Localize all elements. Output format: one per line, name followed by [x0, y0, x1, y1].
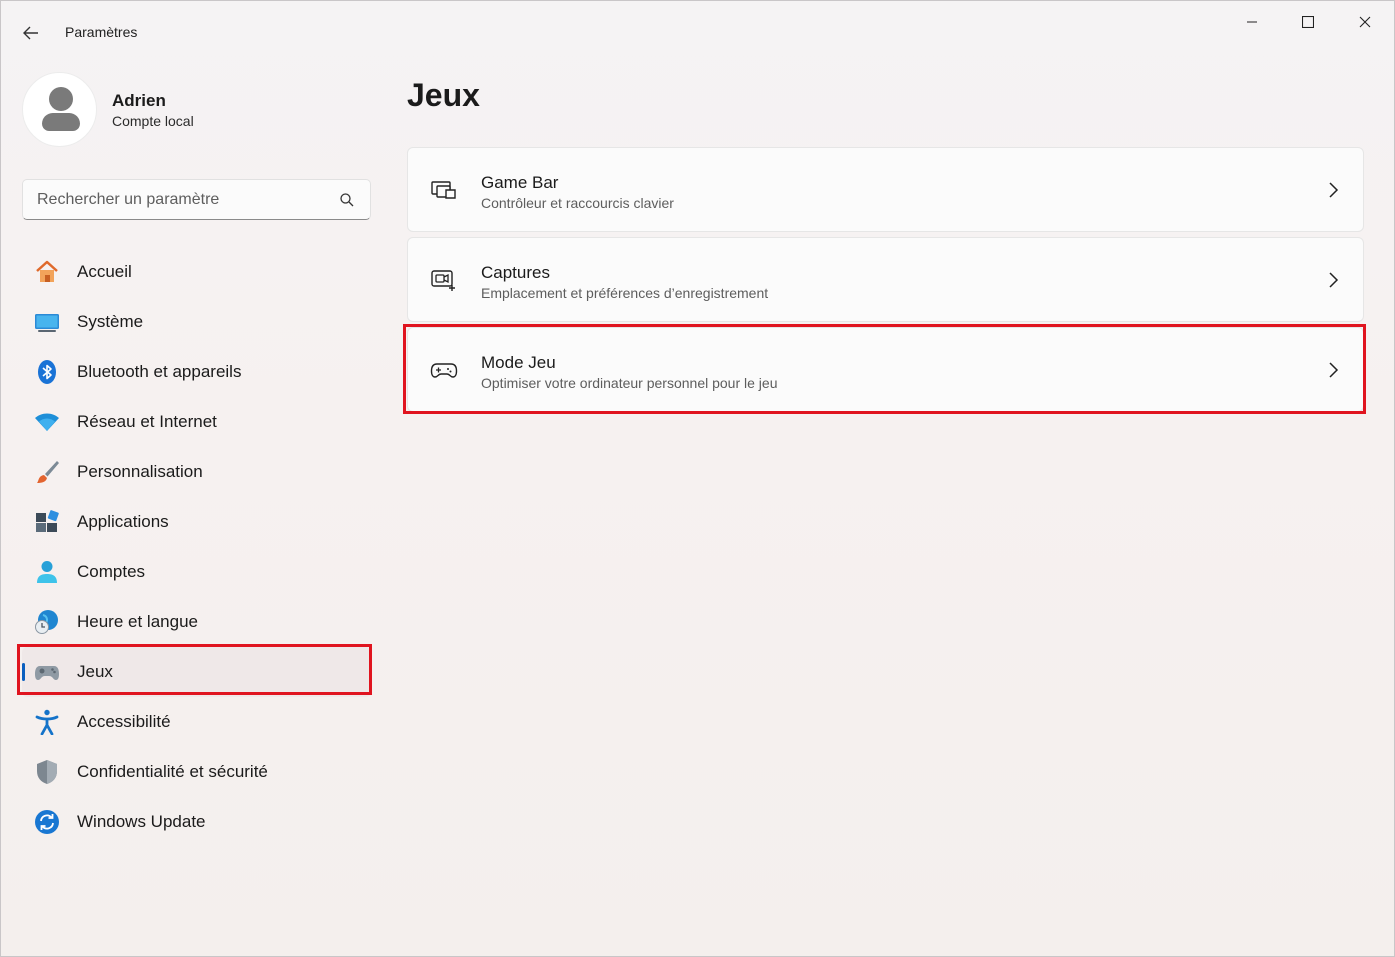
card-captures[interactable]: Captures Emplacement et préférences d’en…: [407, 237, 1364, 322]
globe-clock-icon: [34, 609, 60, 635]
game-bar-icon: [430, 177, 458, 203]
sidebar-item-label: Personnalisation: [77, 462, 203, 481]
sidebar-item-bluetooth[interactable]: Bluetooth et appareils: [22, 347, 371, 397]
avatar-body: [42, 113, 80, 131]
back-arrow-icon: [23, 26, 38, 40]
wifi-icon: [34, 409, 60, 435]
monitor-icon: [34, 309, 60, 335]
avatar[interactable]: [22, 72, 97, 147]
profile-account-type: Compte local: [112, 113, 194, 129]
app-title: Paramètres: [65, 24, 138, 40]
sidebar-item-accessibilite[interactable]: Accessibilité: [22, 697, 371, 747]
capture-icon: [430, 267, 458, 293]
sidebar-item-label: Applications: [77, 512, 169, 531]
sidebar-item-applications[interactable]: Applications: [22, 497, 371, 547]
card-title: Captures: [481, 263, 550, 282]
avatar-head: [49, 87, 73, 111]
sidebar-item-comptes[interactable]: Comptes: [22, 547, 371, 597]
sidebar-item-label: Jeux: [77, 662, 113, 681]
chevron-right-icon: [1329, 182, 1339, 198]
chevron-right-icon: [1329, 362, 1339, 378]
sidebar-item-heure-langue[interactable]: Heure et langue: [22, 597, 371, 647]
card-title: Mode Jeu: [481, 353, 556, 372]
sidebar-item-systeme[interactable]: Système: [22, 297, 371, 347]
card-mode-jeu[interactable]: Mode Jeu Optimiser votre ordinateur pers…: [407, 327, 1364, 412]
sidebar-item-label: Système: [77, 312, 144, 331]
card-game-bar[interactable]: Game Bar Contrôleur et raccourcis clavie…: [407, 147, 1364, 232]
minimize-button[interactable]: [1229, 7, 1275, 37]
search-icon[interactable]: [340, 193, 354, 207]
minimize-icon: [1247, 21, 1257, 23]
back-button[interactable]: [15, 19, 47, 47]
sidebar-item-confidentialite[interactable]: Confidentialité et sécurité: [22, 747, 371, 797]
settings-window: Paramètres Adrien Compte local Accueil: [0, 0, 1395, 957]
gamepad-icon: [34, 659, 60, 685]
home-icon: [34, 259, 60, 285]
sidebar-item-personnalisation[interactable]: Personnalisation: [22, 447, 371, 497]
maximize-icon: [1302, 16, 1314, 28]
sidebar-item-label: Bluetooth et appareils: [77, 362, 242, 381]
sidebar-item-label: Comptes: [77, 562, 146, 581]
sidebar-item-label: Windows Update: [77, 812, 206, 831]
sidebar-item-label: Accessibilité: [77, 712, 171, 731]
sidebar-item-label: Accueil: [77, 262, 132, 281]
title-bar: Paramètres: [1, 1, 1394, 63]
sidebar-item-jeux[interactable]: Jeux: [22, 647, 371, 697]
card-subtitle: Optimiser votre ordinateur personnel pou…: [481, 375, 778, 391]
bluetooth-icon: [34, 359, 60, 385]
close-icon: [1359, 16, 1371, 28]
sidebar-item-reseau[interactable]: Réseau et Internet: [22, 397, 371, 447]
sidebar-nav: Accueil Système Bluetooth et appareils R…: [22, 247, 371, 847]
person-icon: [34, 559, 60, 585]
paintbrush-icon: [34, 459, 60, 485]
shield-icon: [34, 759, 60, 785]
card-subtitle: Contrôleur et raccourcis clavier: [481, 195, 674, 211]
sidebar-item-label: Confidentialité et sécurité: [77, 762, 268, 781]
gamepad-outline-icon: [430, 357, 458, 383]
close-button[interactable]: [1342, 7, 1388, 37]
search-box[interactable]: [22, 179, 371, 220]
refresh-icon: [34, 809, 60, 835]
apps-icon: [34, 509, 60, 535]
maximize-button[interactable]: [1285, 7, 1331, 37]
accessibility-icon: [34, 709, 60, 735]
page-title: Jeux: [407, 77, 480, 113]
chevron-right-icon: [1329, 272, 1339, 288]
sidebar-item-label: Réseau et Internet: [77, 412, 217, 431]
card-subtitle: Emplacement et préférences d’enregistrem…: [481, 285, 769, 301]
search-input[interactable]: [23, 180, 333, 219]
sidebar-item-windows-update[interactable]: Windows Update: [22, 797, 371, 847]
sidebar-item-accueil[interactable]: Accueil: [22, 247, 371, 297]
sidebar-item-label: Heure et langue: [77, 612, 198, 631]
card-title: Game Bar: [481, 173, 559, 192]
profile-name: Adrien: [112, 91, 166, 110]
